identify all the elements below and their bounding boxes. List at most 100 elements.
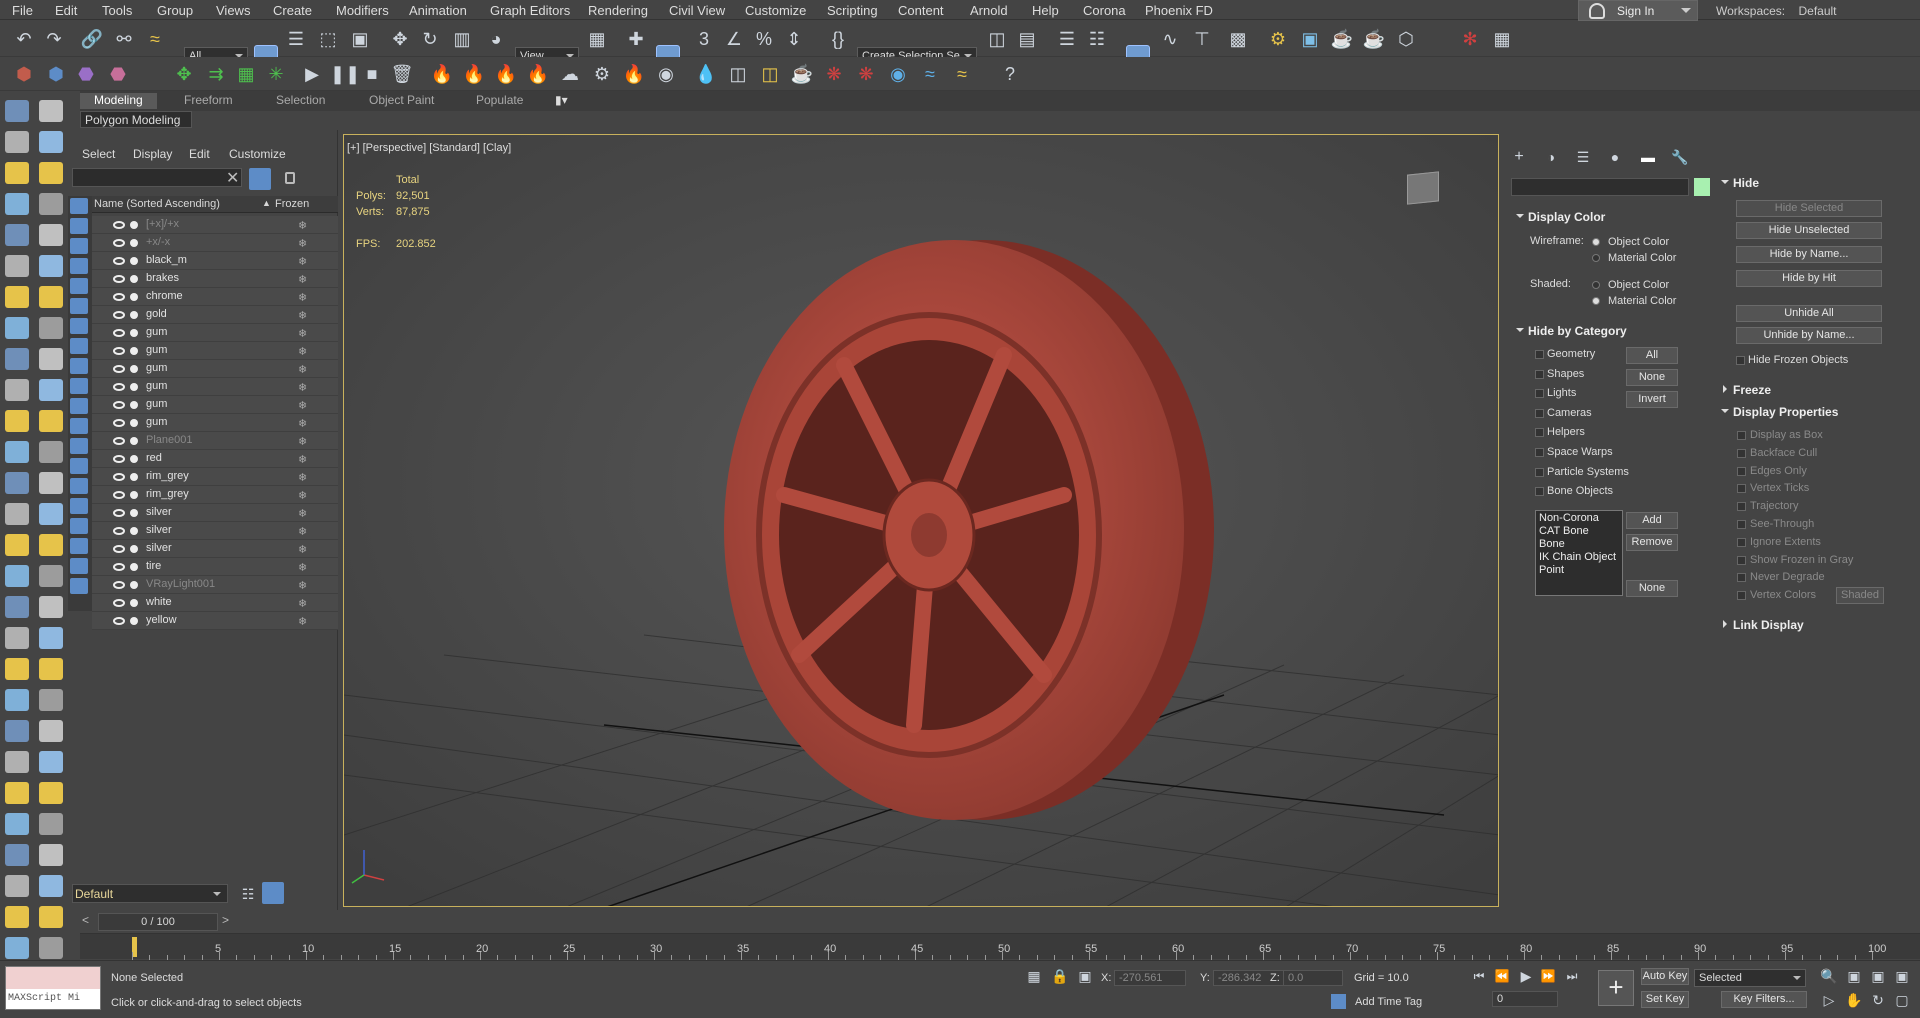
table-row[interactable]: silver ❄: [92, 540, 338, 558]
fire-flame-icon[interactable]: 🔥: [526, 62, 550, 86]
utilities-panel-icon[interactable]: 🔧: [1668, 145, 1692, 169]
table-row[interactable]: gum ❄: [92, 360, 338, 378]
tank-icon[interactable]: ◫: [726, 62, 750, 86]
table-row[interactable]: yellow ❄: [92, 612, 338, 630]
visibility-eye-icon[interactable]: [113, 581, 125, 589]
visibility-eye-icon[interactable]: [113, 275, 125, 283]
command-tool-icon[interactable]: [5, 255, 29, 277]
display-filter-icon[interactable]: [70, 198, 88, 214]
splash-icon[interactable]: ❋: [854, 62, 878, 86]
render-dot-icon[interactable]: [130, 491, 138, 499]
menu-civil-view[interactable]: Civil View: [669, 3, 725, 18]
command-tool-icon[interactable]: [39, 255, 63, 277]
menu-tools[interactable]: Tools: [102, 3, 132, 18]
unhide-all-button[interactable]: Unhide All: [1736, 305, 1882, 322]
bind-space-warp-icon[interactable]: ≈: [143, 27, 167, 51]
freeze-snowflake-icon[interactable]: ❄: [298, 615, 307, 628]
go-to-start-icon[interactable]: ⏮: [1467, 964, 1491, 988]
category-filter-list[interactable]: Non-Corona CAT Bone Bone IK Chain Object…: [1535, 510, 1623, 596]
command-tool-icon[interactable]: [5, 224, 29, 246]
category-filter-item[interactable]: Bone: [1539, 538, 1619, 551]
table-row[interactable]: gum ❄: [92, 414, 338, 432]
visibility-eye-icon[interactable]: [113, 419, 125, 427]
track-bar[interactable]: 5 10 15 20 25 30 35 40 45 50 55 60 65 70 75 80 85 90 95 100: [80, 933, 1920, 960]
freeze-snowflake-icon[interactable]: ❄: [298, 219, 307, 232]
category-none2-button[interactable]: None: [1626, 580, 1678, 597]
hide-by-hit-button[interactable]: Hide by Hit: [1736, 270, 1882, 287]
render-dot-icon[interactable]: [130, 473, 138, 481]
command-tool-icon[interactable]: [5, 565, 29, 587]
render-dot-icon[interactable]: [130, 257, 138, 265]
object-name-input[interactable]: [1511, 178, 1689, 196]
command-tool-icon[interactable]: [5, 379, 29, 401]
emitter-icon[interactable]: ◉: [654, 62, 678, 86]
render-production-icon[interactable]: ☕: [1330, 27, 1354, 51]
select-move-icon[interactable]: ✥: [388, 27, 412, 51]
vertex-colors-shaded-button[interactable]: Shaded: [1836, 587, 1884, 604]
fire-particle-icon[interactable]: 🔥: [494, 62, 518, 86]
category-checkbox[interactable]: [1535, 350, 1544, 359]
sign-in-dropdown[interactable]: Sign In: [1578, 0, 1698, 21]
cylinder-icon[interactable]: ⬣: [106, 62, 130, 86]
render-dot-icon[interactable]: [130, 617, 138, 625]
display-filter-icon[interactable]: [70, 338, 88, 354]
render-dot-icon[interactable]: [130, 509, 138, 517]
set-key-button[interactable]: Set Key: [1641, 991, 1689, 1008]
command-tool-icon[interactable]: [39, 131, 63, 153]
table-row[interactable]: silver ❄: [92, 504, 338, 522]
render-dot-icon[interactable]: [130, 563, 138, 571]
command-tool-icon[interactable]: [5, 286, 29, 308]
star-icon[interactable]: ✳: [264, 62, 288, 86]
isolate-selection-icon[interactable]: ▦: [1022, 964, 1046, 988]
render-dot-icon[interactable]: [130, 419, 138, 427]
a360-cloud-icon[interactable]: ⬡: [1394, 27, 1418, 51]
render-dot-icon[interactable]: [130, 311, 138, 319]
help-icon[interactable]: ?: [998, 62, 1022, 86]
layer-dropdown[interactable]: Default: [72, 884, 228, 903]
hierarchy-panel-icon[interactable]: ☰: [1571, 145, 1595, 169]
freeze-snowflake-icon[interactable]: ❄: [298, 579, 307, 592]
command-tool-icon[interactable]: [39, 472, 63, 494]
category-remove-button[interactable]: Remove: [1626, 534, 1678, 551]
mask-icon[interactable]: ◉: [886, 62, 910, 86]
rollout-link-display[interactable]: Link Display: [1723, 618, 1804, 632]
render-dot-icon[interactable]: [130, 365, 138, 373]
menu-scripting[interactable]: Scripting: [827, 3, 878, 18]
torch-icon[interactable]: 🔥: [622, 62, 646, 86]
visibility-eye-icon[interactable]: [113, 221, 125, 229]
category-add-button[interactable]: Add: [1626, 512, 1678, 529]
display-property-checkbox[interactable]: [1737, 520, 1746, 529]
menu-views[interactable]: Views: [216, 3, 250, 18]
fire-icon[interactable]: 🔥: [430, 62, 454, 86]
command-tool-icon[interactable]: [5, 100, 29, 122]
sphere-icon[interactable]: ⬣: [74, 62, 98, 86]
command-tool-icon[interactable]: [39, 410, 63, 432]
auto-key-button[interactable]: Auto Key: [1641, 968, 1689, 985]
current-frame-field[interactable]: 0: [1492, 991, 1558, 1007]
visibility-eye-icon[interactable]: [113, 563, 125, 571]
command-tool-icon[interactable]: [5, 627, 29, 649]
display-filter-icon[interactable]: [70, 578, 88, 594]
category-none-button[interactable]: None: [1626, 369, 1678, 386]
edit-named-selection-icon[interactable]: {}: [826, 27, 850, 51]
display-filter-icon[interactable]: [70, 258, 88, 274]
visibility-eye-icon[interactable]: [113, 257, 125, 265]
filter-icon[interactable]: [249, 168, 271, 190]
command-tool-icon[interactable]: [39, 782, 63, 804]
maximize-viewport-icon[interactable]: ▢: [1890, 988, 1914, 1012]
table-row[interactable]: gum ❄: [92, 324, 338, 342]
zoom-icon[interactable]: 🔍: [1817, 964, 1841, 988]
table-row[interactable]: tire ❄: [92, 558, 338, 576]
visibility-eye-icon[interactable]: [113, 293, 125, 301]
category-invert-button[interactable]: Invert: [1626, 391, 1678, 408]
visibility-eye-icon[interactable]: [113, 509, 125, 517]
render-dot-icon[interactable]: [130, 455, 138, 463]
command-tool-icon[interactable]: [39, 937, 63, 959]
display-filter-icon[interactable]: [70, 458, 88, 474]
category-checkbox[interactable]: [1535, 448, 1544, 457]
material-editor-icon[interactable]: ▩: [1226, 27, 1250, 51]
select-place-icon[interactable]: ◕: [484, 27, 508, 51]
menu-corona[interactable]: Corona: [1083, 3, 1126, 18]
command-tool-icon[interactable]: [5, 689, 29, 711]
freeze-snowflake-icon[interactable]: ❄: [298, 525, 307, 538]
